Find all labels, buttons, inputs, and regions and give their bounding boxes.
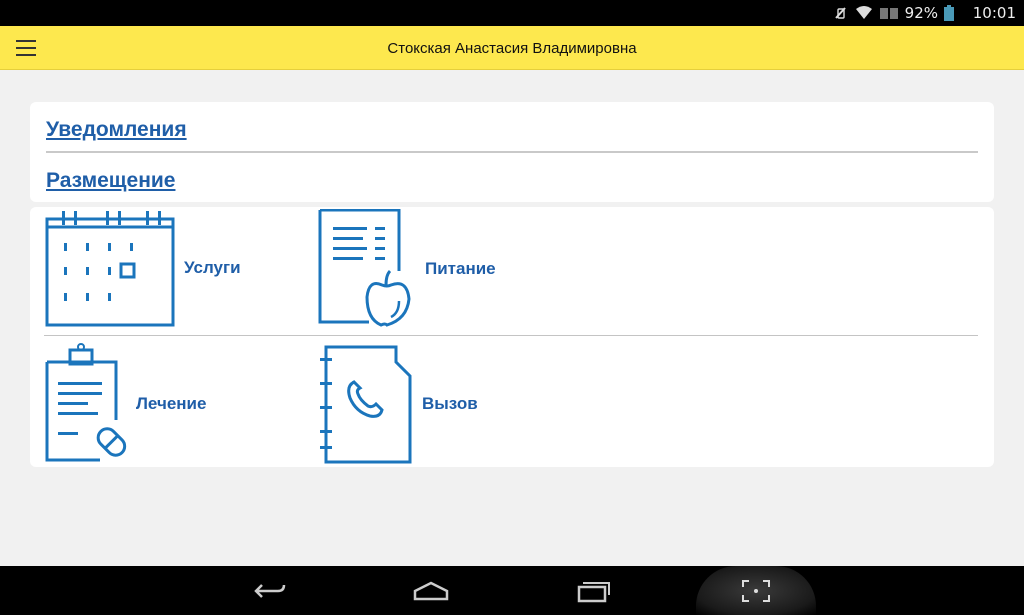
- tile-treatment[interactable]: Лечение: [44, 342, 206, 466]
- links-card: Уведомления Размещение: [30, 102, 994, 202]
- divider: [46, 151, 978, 153]
- home-icon[interactable]: [401, 574, 461, 608]
- menu-apple-icon: [318, 209, 411, 327]
- grid-divider: [44, 335, 978, 336]
- page-title: Стокская Анастасия Владимировна: [387, 40, 637, 57]
- placement-link[interactable]: Размещение: [46, 169, 175, 193]
- screenshot-icon[interactable]: [696, 566, 816, 615]
- battery-icon: [944, 5, 954, 21]
- tile-treatment-label: Лечение: [136, 394, 207, 413]
- tile-nutrition[interactable]: Питание: [317, 209, 496, 329]
- wifi-icon: [855, 6, 872, 19]
- sim-icon: [879, 8, 898, 19]
- vibrate-icon: [834, 7, 846, 19]
- tile-services-label: Услуги: [184, 258, 241, 277]
- recents-icon[interactable]: [563, 574, 623, 608]
- clipboard-pill-icon: [45, 343, 127, 462]
- tile-call[interactable]: Вызов: [318, 342, 478, 466]
- system-nav-bar: [0, 566, 1024, 615]
- phonebook-icon: [320, 345, 412, 464]
- status-bar: 92% 10:01: [0, 0, 1024, 26]
- tile-nutrition-label: Питание: [425, 259, 496, 278]
- calendar-icon: [45, 211, 175, 327]
- status-icons: 92%: [833, 4, 954, 22]
- notifications-link[interactable]: Уведомления: [46, 118, 187, 142]
- app-toolbar: Стокская Анастасия Владимировна: [0, 26, 1024, 70]
- tile-services[interactable]: Услуги: [44, 207, 241, 329]
- clock: 10:01: [972, 4, 1016, 22]
- back-icon[interactable]: [240, 574, 300, 608]
- battery-percent: 92%: [904, 4, 938, 22]
- tile-call-label: Вызов: [422, 394, 478, 413]
- services-grid: Услуги Питание Лечение Вызов: [30, 207, 994, 467]
